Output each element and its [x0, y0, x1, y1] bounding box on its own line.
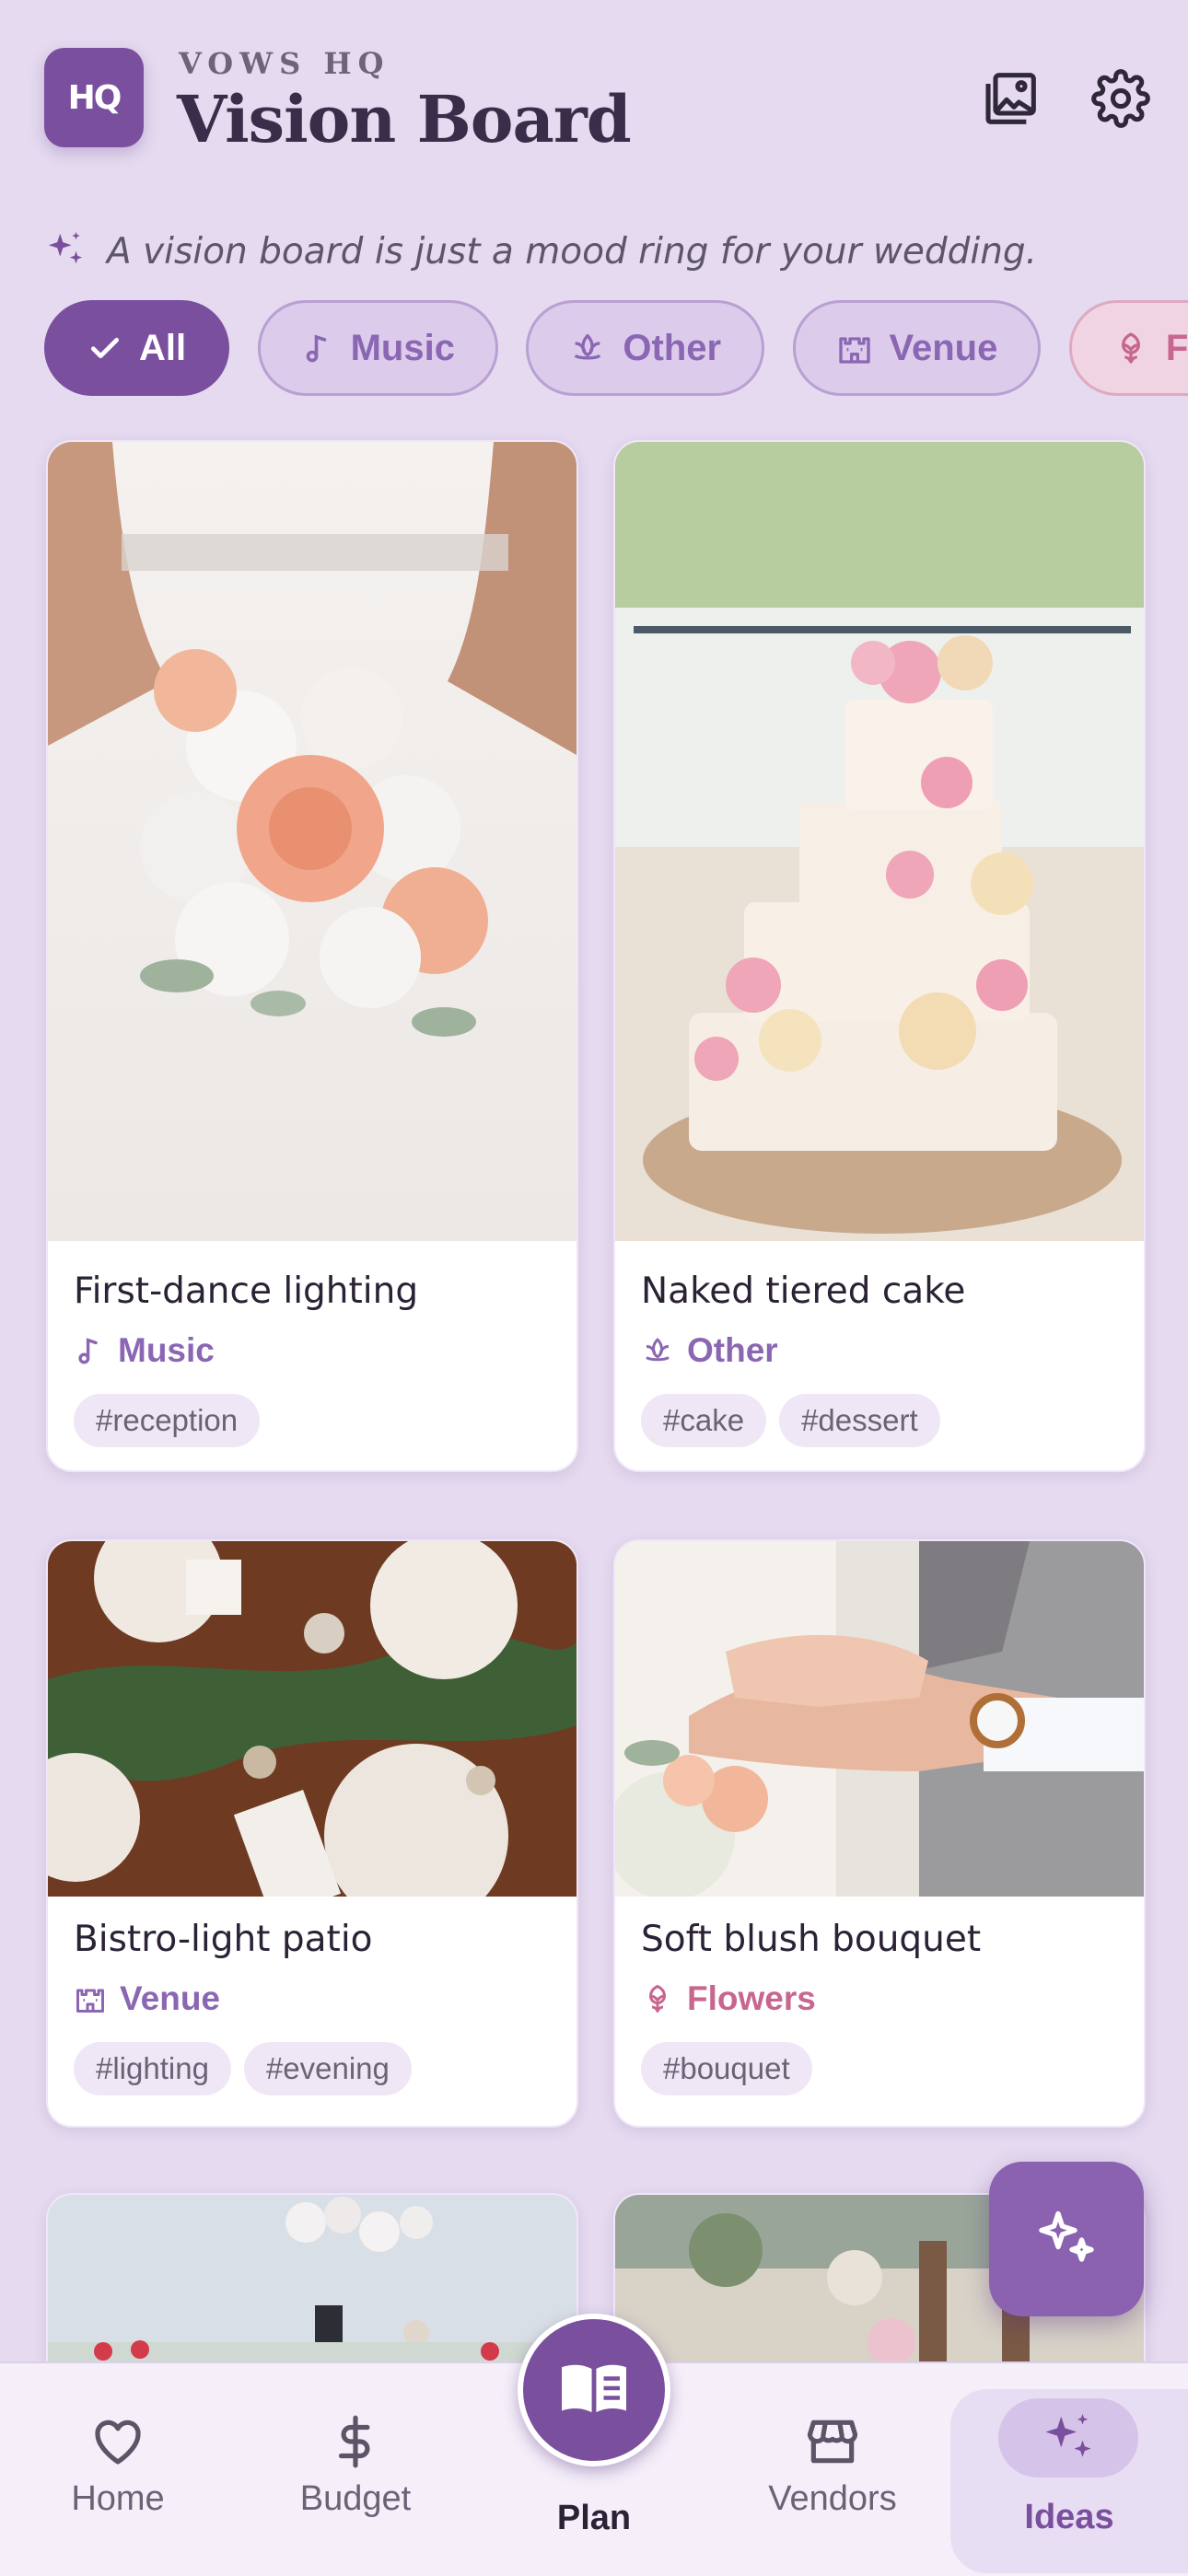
heart-icon	[89, 2409, 146, 2474]
music-note-icon	[74, 1335, 105, 1366]
castle-icon	[836, 330, 873, 366]
filter-chip-label: Other	[623, 327, 722, 368]
card-tags: #reception	[74, 1394, 261, 1447]
castle-icon	[74, 1982, 107, 2015]
card-category: Other	[641, 1331, 778, 1370]
flower-icon	[1112, 330, 1149, 366]
filter-chips: All Music Other Venue Flowers	[44, 300, 1188, 401]
nav-label: Home	[71, 2479, 165, 2518]
tag-chip[interactable]: #bouquet	[641, 2042, 812, 2095]
check-icon	[87, 331, 122, 366]
card-title: Naked tiered cake	[641, 1271, 966, 1312]
tagline: A vision board is just a mood ring for y…	[44, 228, 1037, 275]
card-category-label: Flowers	[687, 1979, 816, 2017]
card-tags: #lighting #evening	[74, 2042, 412, 2095]
card-tags: #cake #dessert	[641, 1394, 940, 1447]
card-category: Venue	[74, 1979, 220, 2018]
book-icon	[555, 2350, 633, 2431]
gear-icon[interactable]	[1089, 66, 1153, 131]
music-note-icon	[301, 331, 334, 365]
filter-chip-label: Music	[350, 327, 455, 368]
sparkle-icon	[1033, 2204, 1100, 2275]
table-setting-photo	[48, 1541, 577, 1897]
filter-chip-all[interactable]: All	[44, 300, 230, 396]
card-category: Music	[74, 1331, 215, 1370]
card-title: Bistro-light patio	[74, 1919, 373, 1960]
tag-chip[interactable]: #lighting	[74, 2042, 231, 2095]
lotus-icon	[641, 1334, 674, 1367]
filter-chip-label: All	[139, 327, 187, 368]
tag-chip[interactable]: #dessert	[779, 1394, 940, 1447]
tagline-text: A vision board is just a mood ring for y…	[107, 231, 1038, 273]
filter-chip-venue[interactable]: Venue	[792, 300, 1042, 396]
hands-rings-photo	[615, 1541, 1144, 1897]
card-title: First-dance lighting	[74, 1271, 419, 1312]
sparkle-icon	[44, 228, 87, 275]
filter-chip-flowers[interactable]: Flowers	[1068, 300, 1188, 396]
nav-budget[interactable]: Budget	[245, 2363, 466, 2576]
card-category-label: Venue	[120, 1979, 220, 2017]
nav-plan-label: Plan	[556, 2499, 632, 2537]
nav-home[interactable]: Home	[7, 2363, 228, 2576]
app-logo: HQ	[44, 48, 144, 147]
app-header: HQ VOWS HQ Vision Board	[44, 46, 1150, 157]
storefront-icon	[804, 2409, 861, 2474]
app-eyebrow: VOWS HQ	[179, 46, 390, 81]
nav-label: Budget	[299, 2479, 412, 2518]
card-category-label: Other	[687, 1331, 778, 1369]
nav-label: Vendors	[768, 2479, 897, 2518]
nav-vendors[interactable]: Vendors	[722, 2363, 943, 2576]
card-category: Flowers	[641, 1979, 816, 2018]
card-title: Soft blush bouquet	[641, 1919, 982, 1960]
page-title: Vision Board	[177, 81, 632, 157]
dollar-icon	[327, 2409, 384, 2474]
idea-card[interactable]: Soft blush bouquet Flowers #bouquet	[613, 1539, 1146, 2128]
add-idea-fab[interactable]	[989, 2162, 1144, 2316]
filter-chip-other[interactable]: Other	[526, 300, 765, 396]
nav-ideas[interactable]: Ideas	[950, 2363, 1188, 2576]
filter-chip-music[interactable]: Music	[257, 300, 498, 396]
card-category-label: Music	[118, 1331, 215, 1369]
filter-chip-label: Flowers	[1165, 327, 1188, 368]
sparkle-icon	[998, 2398, 1138, 2477]
idea-card[interactable]: First-dance lighting Music #reception	[46, 440, 578, 1472]
gallery-icon[interactable]	[978, 66, 1042, 131]
tag-chip[interactable]: #evening	[243, 2042, 412, 2095]
cake-photo	[615, 442, 1144, 1241]
bouquet-photo	[48, 442, 577, 1241]
flower-icon	[641, 1982, 674, 2015]
idea-card[interactable]: Bistro-light patio Venue #lighting #even…	[46, 1539, 578, 2128]
lotus-icon	[569, 330, 606, 366]
tag-chip[interactable]: #reception	[74, 1394, 261, 1447]
filter-chip-label: Venue	[889, 327, 998, 368]
nav-plan-button[interactable]	[518, 2314, 670, 2466]
logo-text: HQ	[67, 78, 122, 117]
card-tags: #bouquet	[641, 2042, 812, 2095]
tag-chip[interactable]: #cake	[641, 1394, 767, 1447]
nav-label: Ideas	[1024, 2498, 1114, 2536]
idea-card[interactable]: Naked tiered cake Other #cake #dessert	[613, 440, 1146, 1472]
